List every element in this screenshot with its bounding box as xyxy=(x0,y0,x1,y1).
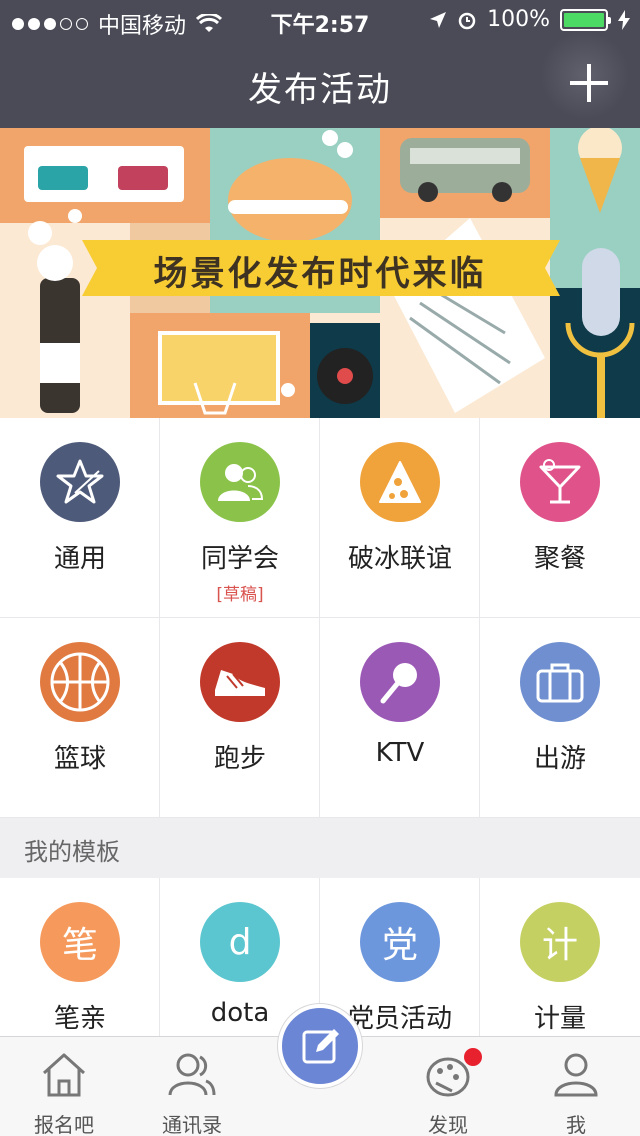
basketball-icon xyxy=(40,642,120,722)
promo-banner[interactable]: 场景化发布时代来临 xyxy=(0,128,640,418)
star-icon xyxy=(40,442,120,522)
template-badge: d xyxy=(200,902,280,982)
home-icon xyxy=(42,1053,86,1097)
tab-signup[interactable]: 报名吧 xyxy=(0,1037,128,1136)
category-label: KTV xyxy=(375,738,425,768)
category-grid: 通用 同学会 [草稿] 破冰联谊 聚餐 篮球 跑步 KTV 出游 xyxy=(0,418,640,818)
templates-section-header: 我的模板 xyxy=(0,818,640,878)
draft-badge: [草稿] xyxy=(216,585,264,605)
tab-label: 报名吧 xyxy=(34,1113,94,1136)
category-label: 通用 xyxy=(53,544,106,574)
notification-badge xyxy=(464,1048,482,1066)
location-arrow-icon xyxy=(430,11,447,28)
battery-percent: 100% xyxy=(487,7,550,32)
tab-discover[interactable]: 发现 xyxy=(384,1037,512,1136)
people-icon xyxy=(200,442,280,522)
microphone-icon xyxy=(360,642,440,722)
category-dinner[interactable]: 聚餐 xyxy=(480,418,640,618)
template-item[interactable]: 笔 笔亲 xyxy=(0,878,160,1038)
tab-label: 发现 xyxy=(428,1113,468,1136)
category-ktv[interactable]: KTV xyxy=(320,618,480,818)
category-label: 破冰联谊 xyxy=(347,544,452,574)
category-label: 聚餐 xyxy=(533,544,586,574)
tab-me[interactable]: 我 xyxy=(512,1037,640,1136)
pizza-icon xyxy=(360,442,440,522)
template-badge: 党 xyxy=(360,902,440,982)
sneaker-icon xyxy=(200,642,280,722)
status-right: 100% xyxy=(429,7,630,32)
suitcase-icon xyxy=(520,642,600,722)
category-general[interactable]: 通用 xyxy=(0,418,160,618)
category-label: 跑步 xyxy=(213,744,266,774)
category-label: 同学会 xyxy=(200,544,279,574)
top-bar: 中国移动 下午2:57 100% 发布活动 xyxy=(0,0,640,128)
category-basketball[interactable]: 篮球 xyxy=(0,618,160,818)
charging-icon xyxy=(618,9,630,30)
tab-label: 我 xyxy=(566,1113,586,1136)
tab-label: 通讯录 xyxy=(162,1113,222,1136)
category-label: 出游 xyxy=(533,744,586,774)
category-running[interactable]: 跑步 xyxy=(160,618,320,818)
template-badge: 笔 xyxy=(40,902,120,982)
banner-slogan: 场景化发布时代来临 xyxy=(153,254,487,294)
template-badge: 计 xyxy=(520,902,600,982)
template-label: 笔亲 xyxy=(53,1004,106,1034)
battery-icon xyxy=(560,8,611,31)
category-label: 篮球 xyxy=(53,744,106,774)
template-item[interactable]: 计 计量 xyxy=(480,878,640,1038)
category-reunion[interactable]: 同学会 [草稿] xyxy=(160,418,320,618)
category-icebreaker[interactable]: 破冰联谊 xyxy=(320,418,480,618)
tab-contacts[interactable]: 通讯录 xyxy=(128,1037,256,1136)
alarm-icon xyxy=(458,12,476,29)
compose-icon xyxy=(302,1029,339,1064)
category-travel[interactable]: 出游 xyxy=(480,618,640,818)
compose-button[interactable] xyxy=(278,1004,362,1088)
status-bar: 中国移动 下午2:57 100% xyxy=(0,0,640,40)
profile-icon xyxy=(554,1053,598,1097)
cocktail-icon xyxy=(520,442,600,522)
add-button[interactable] xyxy=(568,62,610,104)
template-label: 计量 xyxy=(533,1004,586,1034)
contacts-icon xyxy=(168,1053,216,1096)
